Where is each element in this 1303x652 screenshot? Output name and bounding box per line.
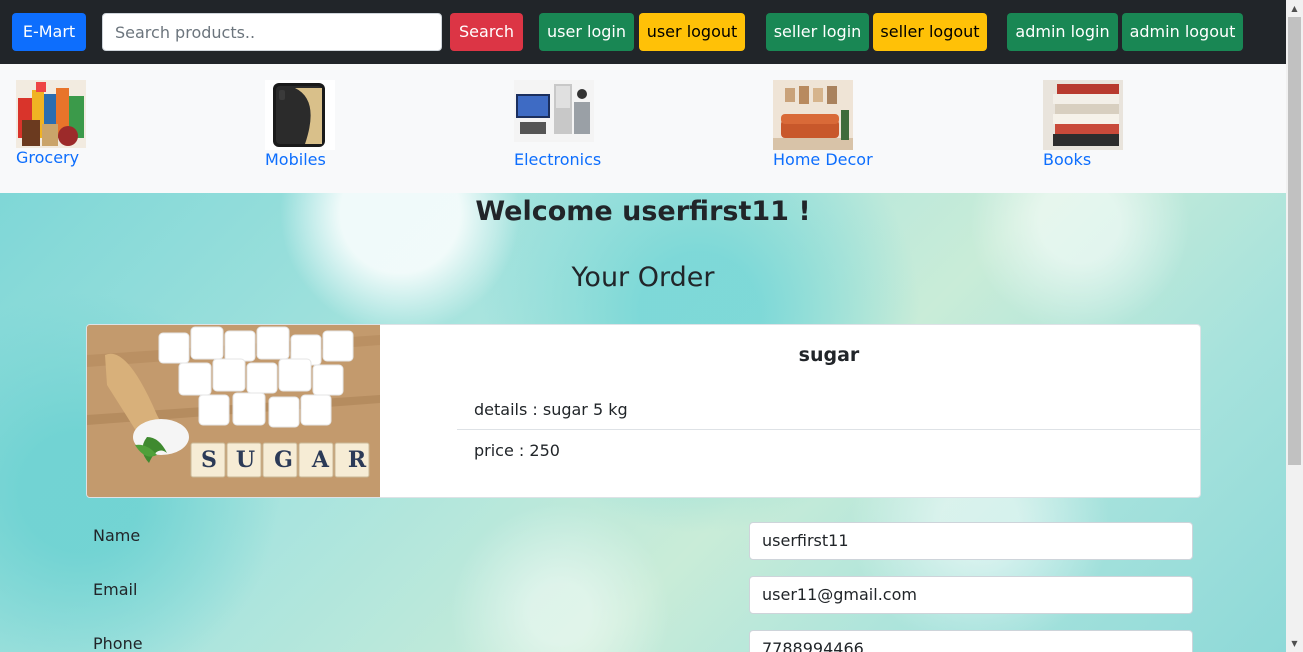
category-label: Books — [1043, 150, 1092, 169]
electronics-thumbnail — [514, 80, 594, 142]
scroll-down-icon[interactable]: ▼ — [1286, 635, 1303, 652]
phone-field[interactable]: 7788994466 — [749, 630, 1193, 652]
mobiles-thumbnail — [265, 80, 335, 150]
category-label: Home Decor — [773, 150, 873, 169]
home-decor-thumbnail — [773, 80, 853, 150]
user-login-button[interactable]: user login — [539, 13, 634, 51]
name-field[interactable]: userfirst11 — [749, 522, 1193, 560]
category-bar: Grocery Mobiles Electronics Home Decor B… — [0, 64, 1286, 193]
seller-login-button[interactable]: seller login — [766, 13, 869, 51]
category-label: Electronics — [514, 150, 602, 169]
category-books[interactable]: Books — [1043, 80, 1123, 170]
order-card: SUGAR sugar details : sugar 5 kg price :… — [86, 324, 1201, 498]
product-price: price : 250 — [474, 441, 560, 460]
scroll-thumb[interactable] — [1288, 17, 1301, 465]
category-label: Mobiles — [265, 150, 326, 169]
admin-logout-button[interactable]: admin logout — [1122, 13, 1243, 51]
books-thumbnail — [1043, 80, 1123, 150]
email-label: Email — [93, 580, 138, 599]
page-scrollbar[interactable]: ▲ ▼ — [1286, 0, 1303, 652]
admin-login-button[interactable]: admin login — [1007, 13, 1118, 51]
email-field[interactable]: user11@gmail.com — [749, 576, 1193, 614]
product-details: details : sugar 5 kg — [457, 389, 1200, 430]
search-input[interactable] — [102, 13, 442, 51]
product-image: SUGAR — [87, 325, 380, 497]
category-home-decor[interactable]: Home Decor — [773, 80, 873, 170]
category-electronics[interactable]: Electronics — [514, 80, 601, 170]
name-label: Name — [93, 526, 141, 545]
top-navbar: E-Mart Search user login user logout sel… — [0, 0, 1286, 64]
category-grocery[interactable]: Grocery — [16, 80, 86, 168]
grocery-thumbnail — [16, 80, 86, 148]
welcome-heading: Welcome userfirst11 ! — [475, 196, 811, 227]
seller-logout-button[interactable]: seller logout — [873, 13, 987, 51]
user-logout-button[interactable]: user logout — [639, 13, 745, 51]
main-content: Welcome userfirst11 ! Your Order SUGAR s… — [0, 193, 1286, 652]
scroll-up-icon[interactable]: ▲ — [1286, 0, 1303, 17]
product-image-letters: SUGAR — [201, 447, 380, 473]
product-name: sugar — [798, 344, 860, 366]
category-label: Grocery — [16, 148, 80, 167]
search-button[interactable]: Search — [450, 13, 523, 51]
phone-label: Phone — [93, 634, 143, 652]
category-mobiles[interactable]: Mobiles — [265, 80, 335, 170]
order-heading: Your Order — [571, 262, 715, 293]
brand-button[interactable]: E-Mart — [12, 13, 86, 51]
